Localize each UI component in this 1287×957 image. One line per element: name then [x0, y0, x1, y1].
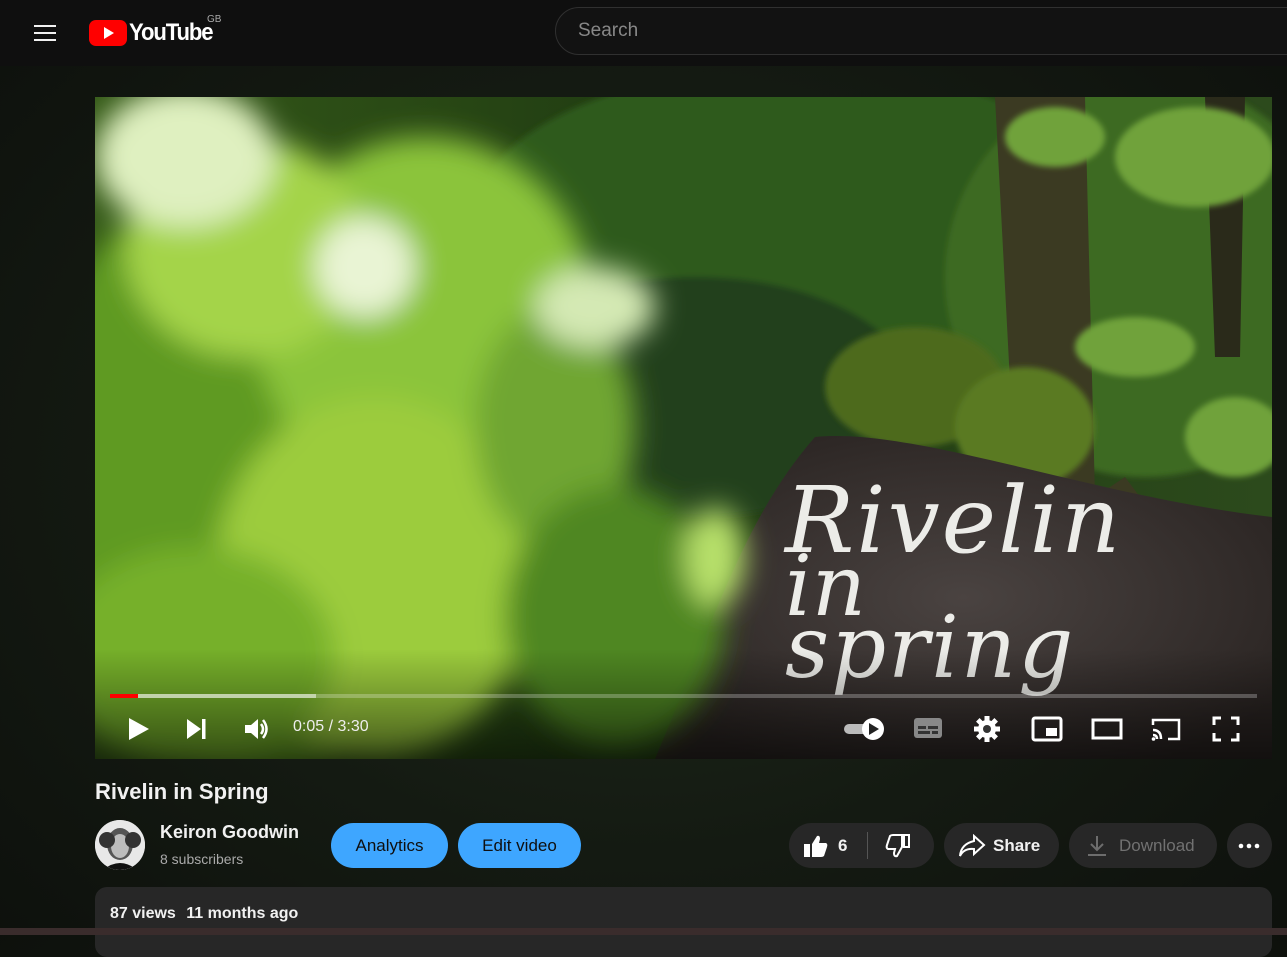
edit-video-button[interactable]: Edit video [458, 823, 581, 868]
top-bar: YouTube GB [0, 0, 1287, 66]
play-icon[interactable] [127, 716, 151, 742]
fullscreen-icon[interactable] [1212, 716, 1240, 742]
like-button[interactable]: 6 [789, 823, 867, 868]
like-count: 6 [838, 836, 848, 855]
search-input[interactable] [576, 19, 1280, 43]
share-button[interactable]: Share [944, 823, 1059, 868]
channel-name[interactable]: Keiron Goodwin [160, 822, 299, 843]
share-arrow-icon [959, 834, 986, 857]
progress-buffered [110, 694, 317, 698]
subscriber-count: 8 subscribers [160, 851, 244, 867]
region-code: GB [207, 14, 222, 25]
video-title: Rivelin in Spring [95, 779, 269, 804]
download-label: Download [1119, 836, 1195, 855]
channel-avatar-image [95, 820, 145, 870]
like-dislike-group: 6 [789, 823, 934, 868]
more-options-icon [1238, 843, 1260, 849]
avatar[interactable] [95, 820, 145, 870]
bottom-edge [0, 928, 1287, 935]
youtube-logo[interactable]: YouTube [89, 19, 220, 47]
upload-date: 11 months ago [186, 905, 299, 922]
dislike-button[interactable] [869, 823, 934, 868]
download-icon [1088, 836, 1106, 856]
time-display: 0:05 / 3:30 [293, 718, 369, 735]
controls-gradient [95, 649, 1272, 759]
more-options-button[interactable] [1227, 823, 1272, 868]
video-meta: 87 views 11 months ago [110, 905, 298, 923]
volume-icon[interactable] [243, 716, 271, 742]
thumbs-up-icon [804, 835, 828, 857]
subtitles-icon[interactable] [913, 716, 943, 740]
share-label: Share [993, 836, 1041, 855]
theater-mode-icon[interactable] [1091, 718, 1123, 740]
youtube-logo-icon [89, 20, 127, 46]
download-button[interactable]: Download [1069, 823, 1217, 868]
cast-icon[interactable] [1150, 716, 1182, 742]
next-icon[interactable] [185, 716, 209, 742]
logo-text: YouTube [129, 19, 214, 46]
menu-icon[interactable] [30, 20, 60, 44]
settings-gear-icon[interactable] [974, 716, 1000, 742]
progress-played [110, 694, 138, 698]
progress-bar[interactable] [110, 694, 1257, 698]
thumbs-down-icon [885, 834, 910, 858]
video-player[interactable]: Rivelin in spring 0:05 / 3:30 [95, 97, 1272, 759]
autoplay-toggle-icon[interactable] [842, 716, 888, 742]
search-box[interactable] [555, 7, 1287, 55]
analytics-button[interactable]: Analytics [331, 823, 448, 868]
view-count: 87 views [110, 905, 176, 922]
miniplayer-icon[interactable] [1031, 716, 1063, 742]
like-divider [867, 832, 868, 859]
